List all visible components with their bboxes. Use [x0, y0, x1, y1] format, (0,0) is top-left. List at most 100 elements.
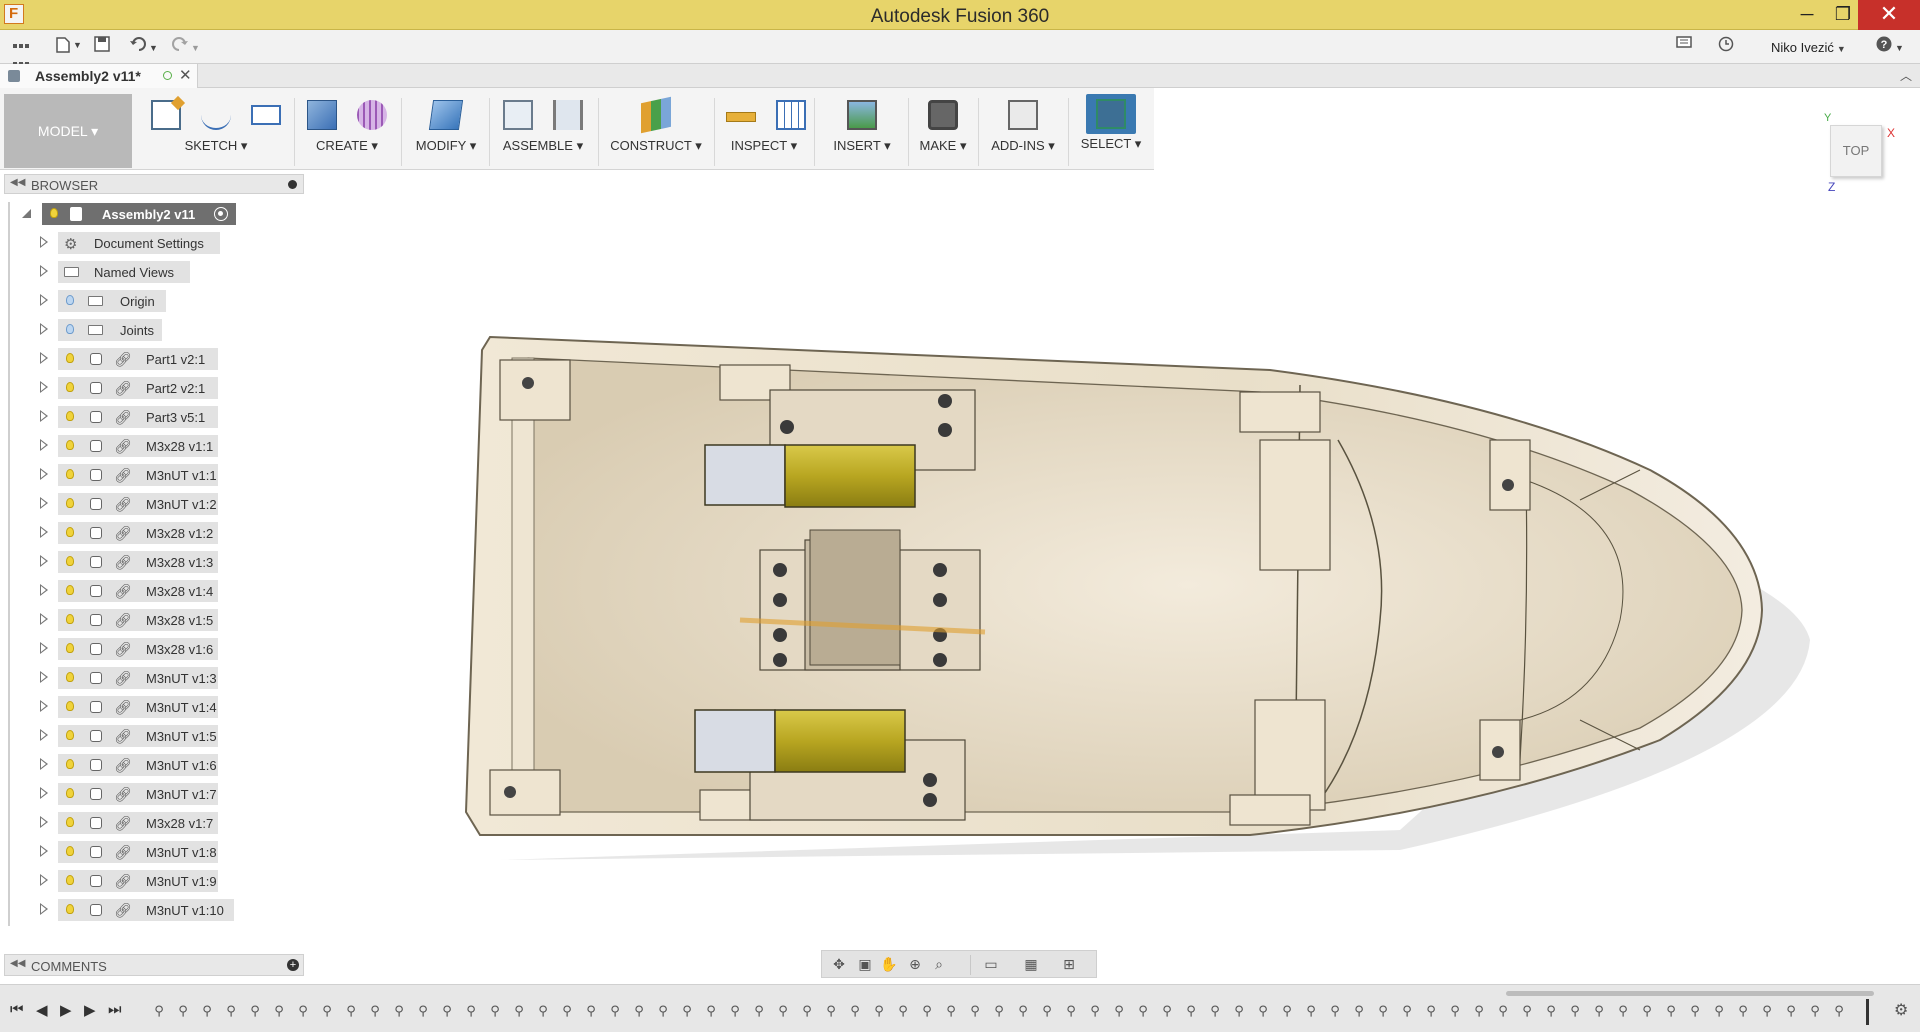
- timeline-joint-icon[interactable]: ⚲: [1350, 1003, 1368, 1019]
- visibility-bulb-icon[interactable]: [66, 295, 74, 305]
- visibility-bulb-icon[interactable]: [66, 701, 74, 711]
- visibility-bulb-icon[interactable]: [66, 382, 74, 392]
- display-settings-icon[interactable]: ▭: [982, 956, 1000, 972]
- expand-arrow-icon[interactable]: [40, 497, 48, 509]
- timeline-joint-icon[interactable]: ⚲: [1494, 1003, 1512, 1019]
- timeline-joint-icon[interactable]: ⚲: [822, 1003, 840, 1019]
- timeline-joint-icon[interactable]: ⚲: [150, 1003, 168, 1019]
- timeline-joint-icon[interactable]: ⚲: [918, 1003, 936, 1019]
- visibility-bulb-icon[interactable]: [66, 614, 74, 624]
- expand-arrow-icon[interactable]: [40, 265, 48, 277]
- timeline-joint-icon[interactable]: ⚲: [1134, 1003, 1152, 1019]
- step-back-icon[interactable]: ◀: [36, 1001, 48, 1019]
- timeline-joint-icon[interactable]: ⚲: [510, 1003, 528, 1019]
- timeline-joint-icon[interactable]: ⚲: [1086, 1003, 1104, 1019]
- joint-icon[interactable]: [553, 100, 583, 130]
- measure-icon[interactable]: [726, 112, 756, 122]
- expand-arrow-icon[interactable]: [40, 874, 48, 886]
- modify-menu[interactable]: MODIFY ▾: [404, 138, 488, 154]
- select-group[interactable]: SELECT ▾: [1070, 94, 1152, 168]
- expand-arrow-icon[interactable]: [40, 468, 48, 480]
- undo-icon[interactable]: ▼: [130, 36, 158, 58]
- timeline-joint-icon[interactable]: ⚲: [990, 1003, 1008, 1019]
- timeline-joint-icon[interactable]: ⚲: [1038, 1003, 1056, 1019]
- timeline-joint-icon[interactable]: ⚲: [1518, 1003, 1536, 1019]
- 3d-viewport[interactable]: [304, 170, 1920, 970]
- grid-icon[interactable]: [12, 36, 32, 84]
- timeline-joint-icon[interactable]: ⚲: [294, 1003, 312, 1019]
- redo-icon[interactable]: ▼: [172, 36, 200, 58]
- sketch-menu[interactable]: SKETCH ▾: [140, 138, 292, 154]
- expand-arrow-icon[interactable]: [40, 758, 48, 770]
- history-icon[interactable]: [1718, 36, 1734, 58]
- timeline-joint-icon[interactable]: ⚲: [1830, 1003, 1848, 1019]
- timeline-joint-icon[interactable]: ⚲: [270, 1003, 288, 1019]
- timeline-joint-icon[interactable]: ⚲: [726, 1003, 744, 1019]
- visibility-bulb-icon[interactable]: [66, 498, 74, 508]
- timeline-joint-icon[interactable]: ⚲: [1230, 1003, 1248, 1019]
- expand-arrow-icon[interactable]: [40, 439, 48, 451]
- help-icon[interactable]: ? ▼: [1876, 36, 1904, 58]
- visibility-bulb-icon[interactable]: [66, 469, 74, 479]
- visibility-bulb-icon[interactable]: [66, 904, 74, 914]
- timeline-joint-icon[interactable]: ⚲: [1302, 1003, 1320, 1019]
- look-at-icon[interactable]: ▣: [856, 956, 874, 972]
- insert-image-icon[interactable]: [847, 100, 877, 130]
- scripts-addins-icon[interactable]: [1008, 100, 1038, 130]
- create-group[interactable]: CREATE ▾: [296, 94, 398, 168]
- timeline-joint-icon[interactable]: ⚲: [678, 1003, 696, 1019]
- rectangle-icon[interactable]: [251, 105, 281, 125]
- timeline-joint-icon[interactable]: ⚲: [606, 1003, 624, 1019]
- timeline-joint-icon[interactable]: ⚲: [1062, 1003, 1080, 1019]
- make-menu[interactable]: MAKE ▾: [910, 138, 976, 154]
- expand-arrow-icon[interactable]: [40, 352, 48, 364]
- timeline-joint-icon[interactable]: ⚲: [366, 1003, 384, 1019]
- timeline-joint-icon[interactable]: ⚲: [966, 1003, 984, 1019]
- addins-menu[interactable]: ADD-INS ▾: [980, 138, 1066, 154]
- timeline-joint-icon[interactable]: ⚲: [1662, 1003, 1680, 1019]
- timeline-joint-icon[interactable]: ⚲: [1566, 1003, 1584, 1019]
- collapse-comments-icon[interactable]: ◀◀: [10, 958, 25, 969]
- timeline-joint-icon[interactable]: ⚲: [846, 1003, 864, 1019]
- timeline-joint-icon[interactable]: ⚲: [654, 1003, 672, 1019]
- timeline-joint-icon[interactable]: ⚲: [1398, 1003, 1416, 1019]
- expand-arrow-icon[interactable]: [40, 294, 48, 306]
- user-account-menu[interactable]: Niko Ivezić ▼: [1771, 40, 1846, 55]
- expand-arrow-icon[interactable]: [40, 410, 48, 422]
- expand-arrow-icon[interactable]: [40, 642, 48, 654]
- visibility-bulb-icon[interactable]: [66, 527, 74, 537]
- assemble-menu[interactable]: ASSEMBLE ▾: [490, 138, 596, 154]
- construct-group[interactable]: CONSTRUCT ▾: [600, 94, 712, 168]
- expand-arrow-icon[interactable]: [40, 381, 48, 393]
- timeline-joint-icon[interactable]: ⚲: [750, 1003, 768, 1019]
- expand-arrow-icon[interactable]: [40, 729, 48, 741]
- timeline-marker[interactable]: [1866, 999, 1869, 1025]
- go-to-end-icon[interactable]: ⏭: [108, 1001, 122, 1018]
- assemble-group[interactable]: ASSEMBLE ▾: [490, 94, 596, 168]
- view-cube[interactable]: TOP: [1830, 125, 1882, 177]
- zoom-icon[interactable]: ⊕: [906, 956, 924, 972]
- browser-panel-header[interactable]: ◀◀ BROWSER: [4, 174, 304, 194]
- visibility-bulb-icon[interactable]: [66, 353, 74, 363]
- timeline-joint-icon[interactable]: ⚲: [318, 1003, 336, 1019]
- collapse-browser-icon[interactable]: ◀◀: [10, 177, 25, 188]
- expand-arrow-icon[interactable]: [40, 584, 48, 596]
- visibility-bulb-icon[interactable]: [66, 846, 74, 856]
- press-pull-icon[interactable]: [428, 100, 464, 130]
- visibility-bulb-icon[interactable]: [66, 875, 74, 885]
- timeline-joint-icon[interactable]: ⚲: [558, 1003, 576, 1019]
- timeline-joint-icon[interactable]: ⚲: [1542, 1003, 1560, 1019]
- save-icon[interactable]: [94, 36, 110, 58]
- timeline-joint-icon[interactable]: ⚲: [438, 1003, 456, 1019]
- visibility-bulb-icon[interactable]: [66, 324, 74, 334]
- timeline-joint-icon[interactable]: ⚲: [1638, 1003, 1656, 1019]
- select-menu[interactable]: SELECT ▾: [1070, 136, 1152, 152]
- activate-component-icon[interactable]: [214, 207, 228, 221]
- pan-icon[interactable]: ✋: [880, 956, 898, 972]
- step-forward-icon[interactable]: ▶: [84, 1001, 96, 1019]
- chevron-up-icon[interactable]: ︿: [1900, 67, 1912, 84]
- timeline-joint-icon[interactable]: ⚲: [1206, 1003, 1224, 1019]
- comment-icon[interactable]: [1676, 36, 1692, 58]
- timeline-joint-icon[interactable]: ⚲: [582, 1003, 600, 1019]
- timeline-joint-icon[interactable]: ⚲: [390, 1003, 408, 1019]
